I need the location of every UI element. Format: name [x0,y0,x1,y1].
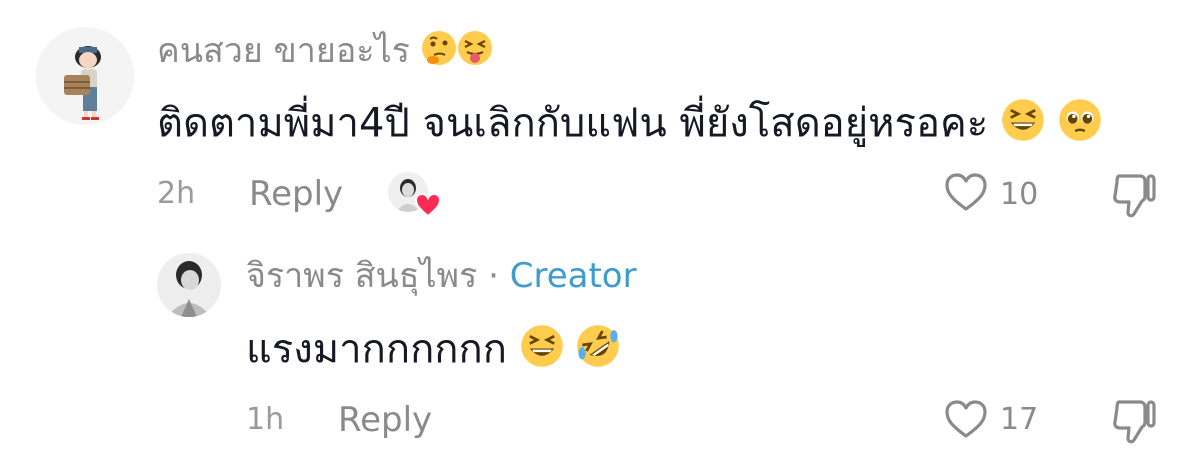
commenter-username[interactable]: คนสวย ขายอะไร [157,31,410,71]
comment-dislike-icon[interactable] [1110,170,1158,224]
username-separator: · [488,256,499,296]
reply-reply-button[interactable]: Reply [338,400,432,440]
commenter-avatar[interactable] [36,27,134,125]
comment-like-icon[interactable] [944,173,988,217]
thinking-face-emoji-icon [421,30,457,75]
reply-timestamp: 1h [246,402,285,437]
reply-text-row: แรงมากกกกกก [246,324,620,379]
heart-badge-icon [414,192,442,222]
rolling-on-floor-laughing-emoji-icon [576,324,620,379]
creator-username[interactable]: จิราพร สินธุไพร [246,256,477,296]
grinning-squinting-emoji-icon [1001,98,1045,153]
comment-like-count: 10 [1000,177,1039,212]
commenter-username-row[interactable]: คนสวย ขายอะไร [157,30,493,75]
comment-timestamp: 2h [157,176,196,211]
reply-dislike-icon[interactable] [1110,396,1158,450]
reply-text: แรงมากกกกกก [246,326,507,373]
creator-liked-indicator [388,170,444,220]
creator-username-row[interactable]: จิราพร สินธุไพร · Creator [246,256,637,296]
creator-avatar[interactable] [157,253,221,317]
comment-reply-button[interactable]: Reply [249,174,343,214]
grinning-squinting-emoji-icon [520,324,564,379]
creator-badge: Creator [509,256,637,296]
comment-text-row: ติดตามพี่มา4ปี จนเลิกกับแฟน พี่ยังโสดอยู… [157,98,1102,153]
pleading-face-emoji-icon [1058,98,1102,153]
reply-like-count: 17 [1000,402,1039,437]
reply-like-icon[interactable] [944,400,988,444]
squinting-tongue-emoji-icon [457,30,493,75]
comment-text: ติดตามพี่มา4ปี จนเลิกกับแฟน พี่ยังโสดอยู… [157,100,989,147]
